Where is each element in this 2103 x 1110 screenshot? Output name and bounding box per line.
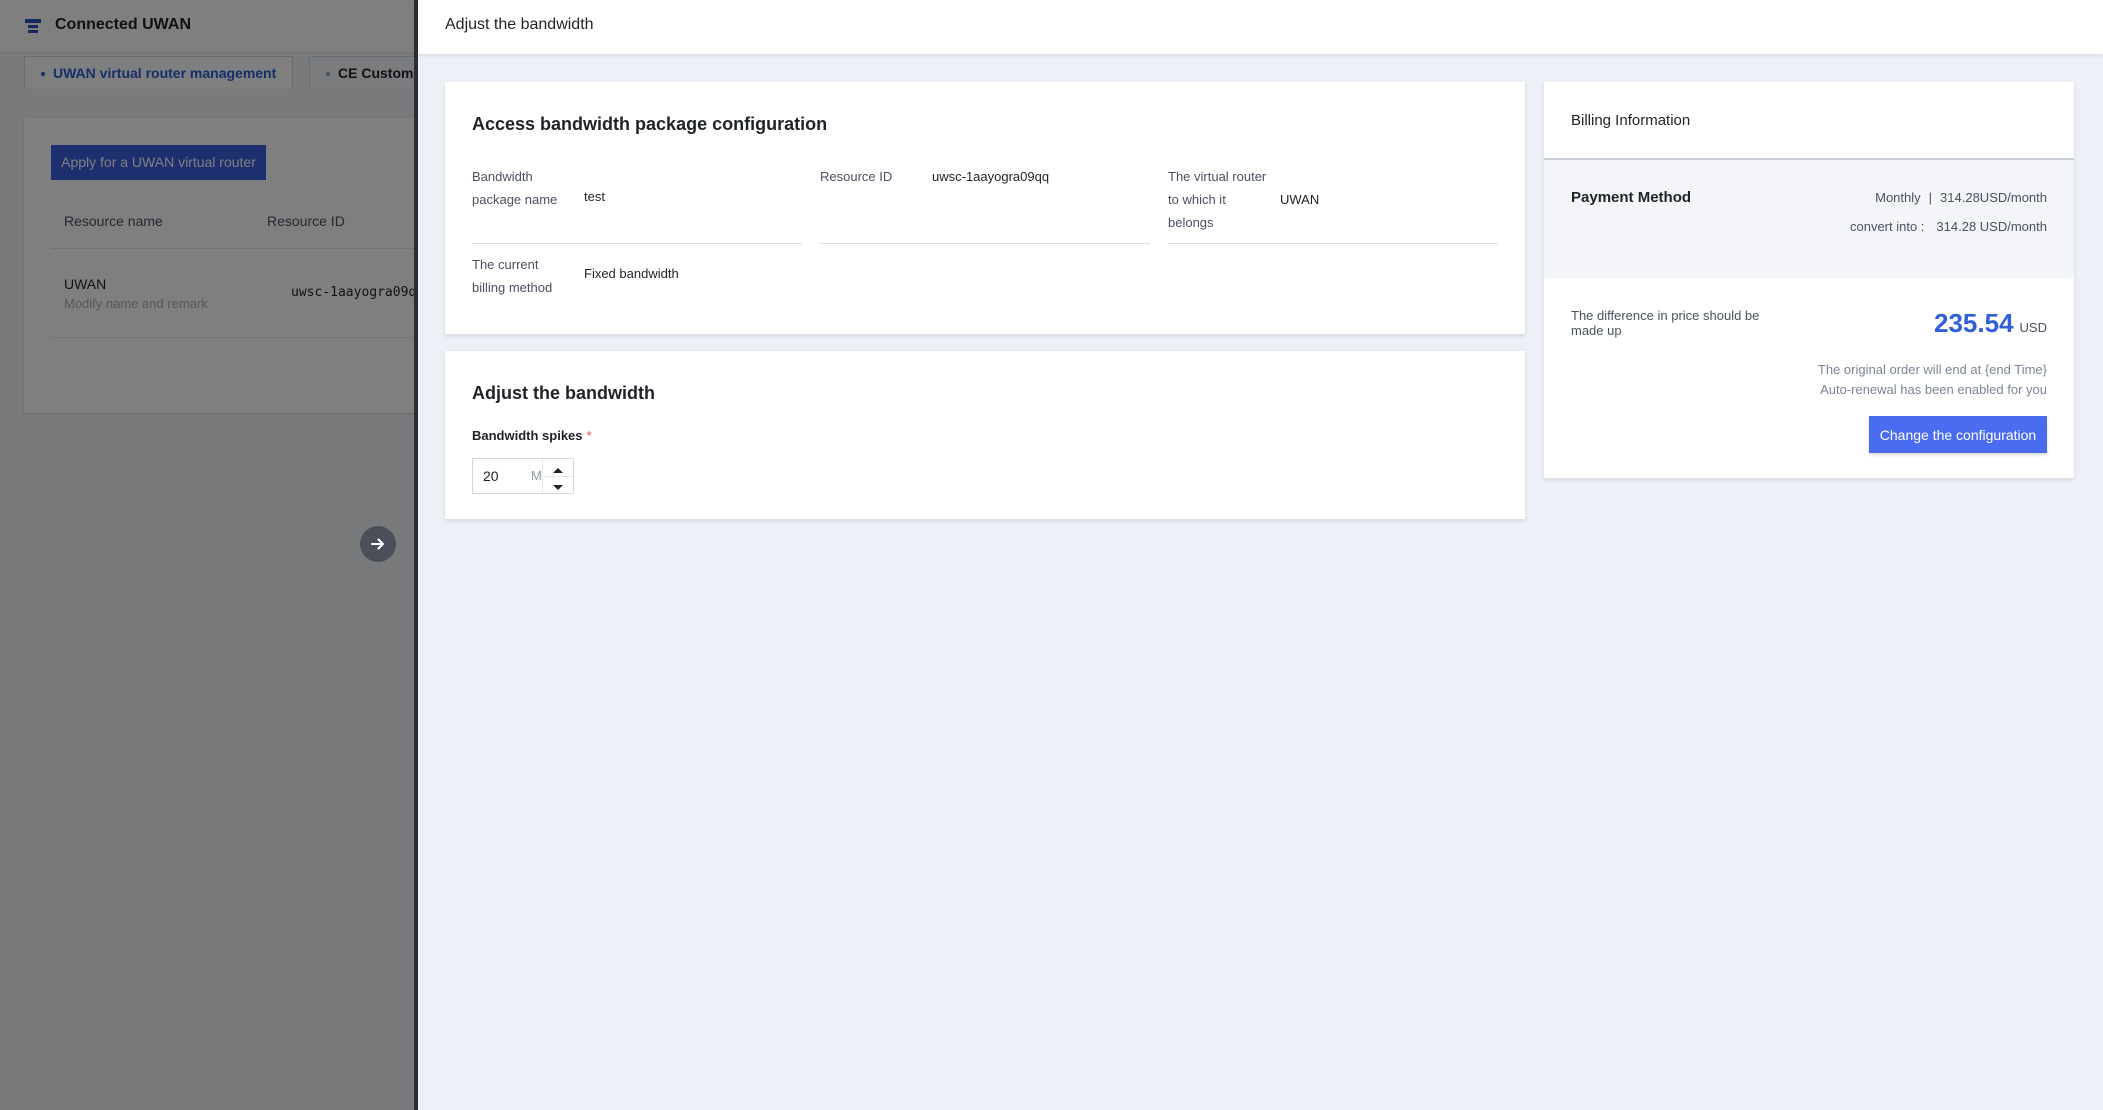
billing-method-value: Fixed bandwidth	[584, 266, 679, 281]
separator: |	[1928, 190, 1933, 205]
adjust-bandwidth-card: Adjust the bandwidth Bandwidth spikes* M	[445, 351, 1525, 519]
stepper-buttons	[542, 459, 573, 493]
adjust-bandwidth-drawer: Adjust the bandwidth Access bandwidth pa…	[414, 0, 2103, 1110]
convert-line: convert into : 314.28 USD/month	[1850, 219, 2047, 234]
arrow-right-icon	[371, 538, 384, 550]
virtual-router-value: UWAN	[1280, 192, 1320, 207]
field-label: Bandwidth package name	[472, 165, 557, 211]
label-line: to which it	[1168, 192, 1226, 207]
label-line: belongs	[1168, 215, 1214, 230]
convert-label: convert into :	[1849, 219, 1925, 234]
field-virtual-router: The virtual router to which it belongs U…	[1168, 165, 1498, 244]
bandwidth-unit: M	[531, 468, 542, 483]
bandwidth-spikes-input[interactable]	[473, 459, 529, 493]
drawer-title: Adjust the bandwidth	[445, 16, 594, 33]
field-billing-method: The current billing method Fixed bandwid…	[472, 253, 802, 303]
increment-button[interactable]	[543, 459, 573, 476]
billing-title: Billing Information	[1571, 112, 1691, 129]
label-line: billing method	[472, 280, 553, 295]
payment-method-label: Payment Method	[1571, 189, 1692, 206]
caret-down-icon	[553, 485, 563, 490]
difference-value: 235.54	[1934, 308, 2014, 338]
collapse-drawer-button[interactable]	[360, 526, 396, 562]
access-config-card: Access bandwidth package configuration B…	[445, 82, 1525, 334]
field-label: Resource ID	[820, 165, 892, 188]
order-end-note: The original order will end at {end Time…	[1817, 362, 2047, 377]
decrement-button[interactable]	[543, 476, 573, 493]
adjust-bandwidth-heading: Adjust the bandwidth	[472, 383, 655, 403]
resource-id-value: uwsc-1aayogra09qq	[932, 169, 1050, 184]
label-line: package name	[472, 192, 558, 207]
billing-info-card: Billing Information Payment Method Month…	[1544, 82, 2074, 478]
field-label: The virtual router to which it belongs	[1168, 165, 1266, 234]
payment-period-price: Monthly | 314.28USD/month	[1875, 190, 2047, 205]
required-mark: *	[586, 428, 592, 443]
change-configuration-button[interactable]: Change the configuration	[1869, 416, 2047, 453]
payment-price: 314.28USD/month	[1940, 190, 2047, 205]
bandwidth-spikes-label: Bandwidth spikes *	[472, 428, 592, 443]
payment-period: Monthly	[1875, 190, 1921, 205]
label-line: The virtual router	[1168, 169, 1267, 184]
auto-renewal-note: Auto-renewal has been enabled for you	[1820, 382, 2047, 397]
label-line: The current	[472, 257, 539, 272]
caret-up-icon	[553, 467, 563, 473]
label-line: Bandwidth	[472, 169, 533, 184]
bandwidth-spikes-label-text: Bandwidth spikes	[472, 428, 583, 443]
label-line: Resource ID	[820, 169, 893, 184]
field-bandwidth-package-name: Bandwidth package name test	[472, 165, 802, 244]
bandwidth-spikes-stepper: M	[472, 458, 574, 494]
convert-value: 314.28 USD/month	[1936, 219, 2047, 234]
field-resource-id: Resource ID uwsc-1aayogra09qq	[820, 165, 1150, 244]
access-config-heading: Access bandwidth package configuration	[472, 114, 828, 134]
drawer-header: Adjust the bandwidth	[418, 0, 2103, 54]
billing-header: Billing Information	[1544, 82, 2074, 160]
price-difference-label: The difference in price should be made u…	[1571, 308, 1760, 338]
difference-currency: USD	[2019, 320, 2047, 335]
bandwidth-package-name-value: test	[584, 189, 605, 204]
price-difference-amount: 235.54 USD	[1934, 308, 2047, 339]
payment-method-block: Payment Method Monthly | 314.28USD/month c…	[1544, 160, 2074, 278]
field-label: The current billing method	[472, 253, 552, 299]
